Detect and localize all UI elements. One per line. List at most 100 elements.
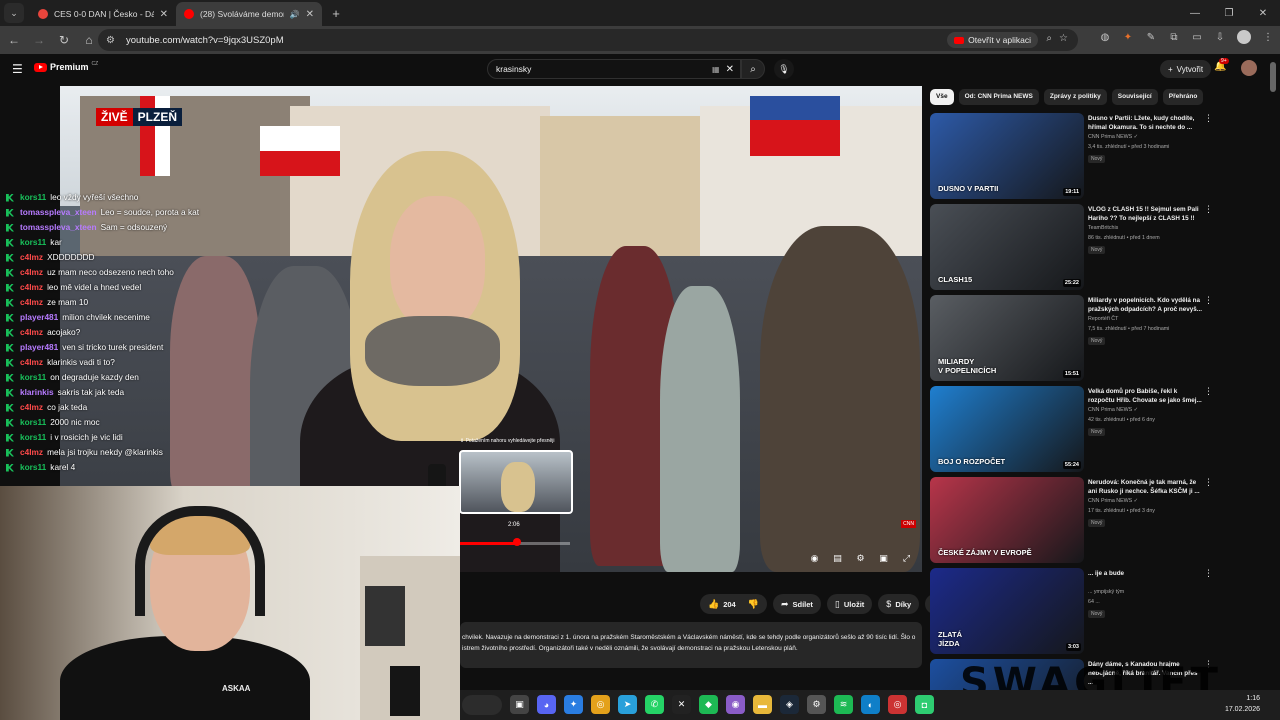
profile-avatar[interactable] <box>1237 30 1251 44</box>
save-button[interactable]: ▯ Uložit <box>826 594 873 614</box>
scrollbar-thumb[interactable] <box>1270 62 1276 92</box>
youtube-logo[interactable]: Premium CZ <box>34 61 98 72</box>
thumbs-down-icon[interactable]: 👎 <box>748 599 759 610</box>
speaker-icon[interactable]: 🔊 <box>290 10 300 19</box>
x-icon[interactable]: ✕ <box>672 695 691 714</box>
chat-username[interactable]: kors11 <box>20 430 46 445</box>
video-description[interactable]: chvilek. Navazuje na demonstraci z 1. ún… <box>460 622 922 668</box>
steam-icon[interactable]: ◈ <box>780 695 799 714</box>
channel-name[interactable]: CNN Prima NEWS ✓ <box>1088 134 1138 140</box>
maximize-icon[interactable]: ❐ <box>1212 0 1246 26</box>
sidebar-icon[interactable]: ▭ <box>1191 32 1203 43</box>
chat-username[interactable]: kors11 <box>20 460 46 475</box>
video-title[interactable]: Nerudová: Konečná je tak marná, že ani R… <box>1088 478 1202 496</box>
video-title[interactable]: Miliardy v popelnicích. Kdo vydělá na pr… <box>1088 296 1202 314</box>
app-icon[interactable]: ✦ <box>564 695 583 714</box>
chat-username[interactable]: c4lmz <box>20 355 43 370</box>
search-input[interactable]: krasinsky ▦ ✕ <box>487 59 741 79</box>
like-button[interactable]: 👍 204 👎 <box>700 594 767 614</box>
taskbar-search[interactable] <box>462 695 502 715</box>
voice-search-button[interactable]: 🎙 <box>774 59 794 79</box>
home-icon[interactable]: ⌂ <box>78 29 100 51</box>
more-options-icon[interactable]: ⋮ <box>1204 386 1213 397</box>
browser-tab-ces[interactable]: CES 0-0 DAN | Česko - Dánsko ✕ <box>30 2 176 26</box>
autoplay-toggle-icon[interactable]: ◉ <box>809 553 820 564</box>
file-explorer-icon[interactable]: ▬ <box>753 695 772 714</box>
chat-username[interactable]: c4lmz <box>20 325 43 340</box>
video-thumbnail[interactable]: MILIARDY V POPELNICÍCH 15:51 <box>930 295 1084 381</box>
close-tab-icon[interactable]: ✕ <box>160 9 168 20</box>
more-options-icon[interactable]: ⋮ <box>1204 477 1213 488</box>
thanks-button[interactable]: $ Díky <box>878 594 920 614</box>
recommended-video[interactable]: CLASH15 25:22 VLOG z CLASH 15 !! Sejmul se… <box>930 204 1220 292</box>
chat-username[interactable]: klarinkis <box>20 385 54 400</box>
more-options-icon[interactable]: ⋮ <box>1204 113 1213 124</box>
forward-icon[interactable]: → <box>28 29 50 51</box>
close-window-icon[interactable]: ✕ <box>1246 0 1280 26</box>
more-options-icon[interactable]: ⋮ <box>1204 568 1213 579</box>
whatsapp-icon[interactable]: ✆ <box>645 695 664 714</box>
discord-icon[interactable]: ◕ <box>537 695 556 714</box>
address-bar[interactable]: ⚙ youtube.com/watch?v=9jqx3USZ0pM Otevří… <box>98 29 1078 51</box>
recommended-video[interactable]: DUSNO V PARTII 19:11 Dusno v Partii: Lžete… <box>930 113 1220 201</box>
chat-username[interactable]: kors11 <box>20 415 46 430</box>
chat-username[interactable]: kors11 <box>20 370 46 385</box>
chat-username[interactable]: c4lmz <box>20 295 43 310</box>
minimize-icon[interactable]: — <box>1178 0 1212 26</box>
app-icon[interactable]: ◉ <box>726 695 745 714</box>
more-options-icon[interactable]: ⋮ <box>1204 295 1213 306</box>
more-options-icon[interactable]: ⋮ <box>1204 204 1213 215</box>
search-query[interactable]: krasinsky <box>496 64 712 74</box>
task-view-icon[interactable]: ▣ <box>510 695 529 714</box>
chat-username[interactable]: tomasspleva_xteen <box>20 220 97 235</box>
fullscreen-icon[interactable]: ⤢ <box>901 553 912 564</box>
channel-name[interactable]: ... ympijský tým <box>1088 589 1124 595</box>
channel-name[interactable]: TeamBritchis <box>1088 225 1118 231</box>
chat-username[interactable]: tomasspleva_xteen <box>20 205 97 220</box>
page-scrollbar[interactable] <box>1270 62 1276 702</box>
video-thumbnail[interactable]: ZLATÁ JÍZDA 3:03 <box>930 568 1084 654</box>
menu-icon[interactable]: ☰ <box>12 62 23 76</box>
keyboard-icon[interactable]: ▦ <box>712 65 720 74</box>
spotify-icon[interactable]: ≋ <box>834 695 853 714</box>
tab-search-button[interactable]: ⌄ <box>4 3 24 23</box>
recommended-video[interactable]: ČESKÉ ZÁJMY V EVROPĚ Nerudová: Konečná je… <box>930 477 1220 565</box>
chat-username[interactable]: c4lmz <box>20 280 43 295</box>
chrome-icon[interactable]: ◎ <box>888 695 907 714</box>
back-icon[interactable]: ← <box>3 29 25 51</box>
recommended-video[interactable]: ZLATÁ JÍZDA 3:03 ... ije a bude ... ympijsk… <box>930 568 1220 656</box>
extension-icon[interactable]: ✦ <box>1122 32 1134 43</box>
video-thumbnail[interactable]: CLASH15 25:22 <box>930 204 1084 290</box>
video-title[interactable]: Dusno v Partii: Lžete, kudy chodíte, hří… <box>1088 114 1202 132</box>
settings-icon[interactable]: ⚙ <box>807 695 826 714</box>
filter-chip[interactable]: Související <box>1111 89 1158 105</box>
open-in-app-button[interactable]: Otevřít v aplikaci <box>947 32 1038 48</box>
chat-username[interactable]: c4lmz <box>20 250 43 265</box>
app-icon[interactable]: ◘ <box>915 695 934 714</box>
reload-icon[interactable]: ↻ <box>53 29 75 51</box>
chat-username[interactable]: c4lmz <box>20 445 43 460</box>
app-icon[interactable]: ◆ <box>699 695 718 714</box>
bookmark-star-icon[interactable]: ☆ <box>1059 33 1068 44</box>
create-button[interactable]: + Vytvořit <box>1160 60 1212 78</box>
video-title[interactable]: Velká domů pro Babiše, řekl k rozpočtu H… <box>1088 387 1202 405</box>
miniplayer-icon[interactable]: ▣ <box>878 553 889 564</box>
chat-username[interactable]: kors11 <box>20 235 46 250</box>
account-avatar[interactable] <box>1241 60 1257 76</box>
subtitles-icon[interactable]: ▤ <box>832 553 843 564</box>
channel-name[interactable]: CNN Prima NEWS ✓ <box>1088 498 1138 504</box>
channel-name[interactable]: CNN Prima NEWS ✓ <box>1088 407 1138 413</box>
extension-icon[interactable]: ✎ <box>1145 32 1157 43</box>
browser-menu-icon[interactable]: ⋮ <box>1262 32 1274 43</box>
telegram-icon[interactable]: ➤ <box>618 695 637 714</box>
browser-tab-youtube[interactable]: (28) Svoláváme demonstrac 🔊 ✕ <box>176 2 322 26</box>
zoom-icon[interactable]: ⌕ <box>1046 33 1052 44</box>
video-thumbnail[interactable]: BOJ O ROZPOČET 55:24 <box>930 386 1084 472</box>
video-title[interactable]: VLOG z CLASH 15 !! Sejmul sem Pali Harih… <box>1088 205 1202 223</box>
downloads-icon[interactable]: ⇩ <box>1214 32 1226 43</box>
filter-chip[interactable]: Od: CNN Prima NEWS <box>958 89 1039 105</box>
close-tab-icon[interactable]: ✕ <box>306 9 314 20</box>
filter-chip[interactable]: Přehráno <box>1162 89 1204 105</box>
settings-gear-icon[interactable]: ⚙ <box>855 553 866 564</box>
filter-chip[interactable]: Zprávy z politiky <box>1043 89 1107 105</box>
